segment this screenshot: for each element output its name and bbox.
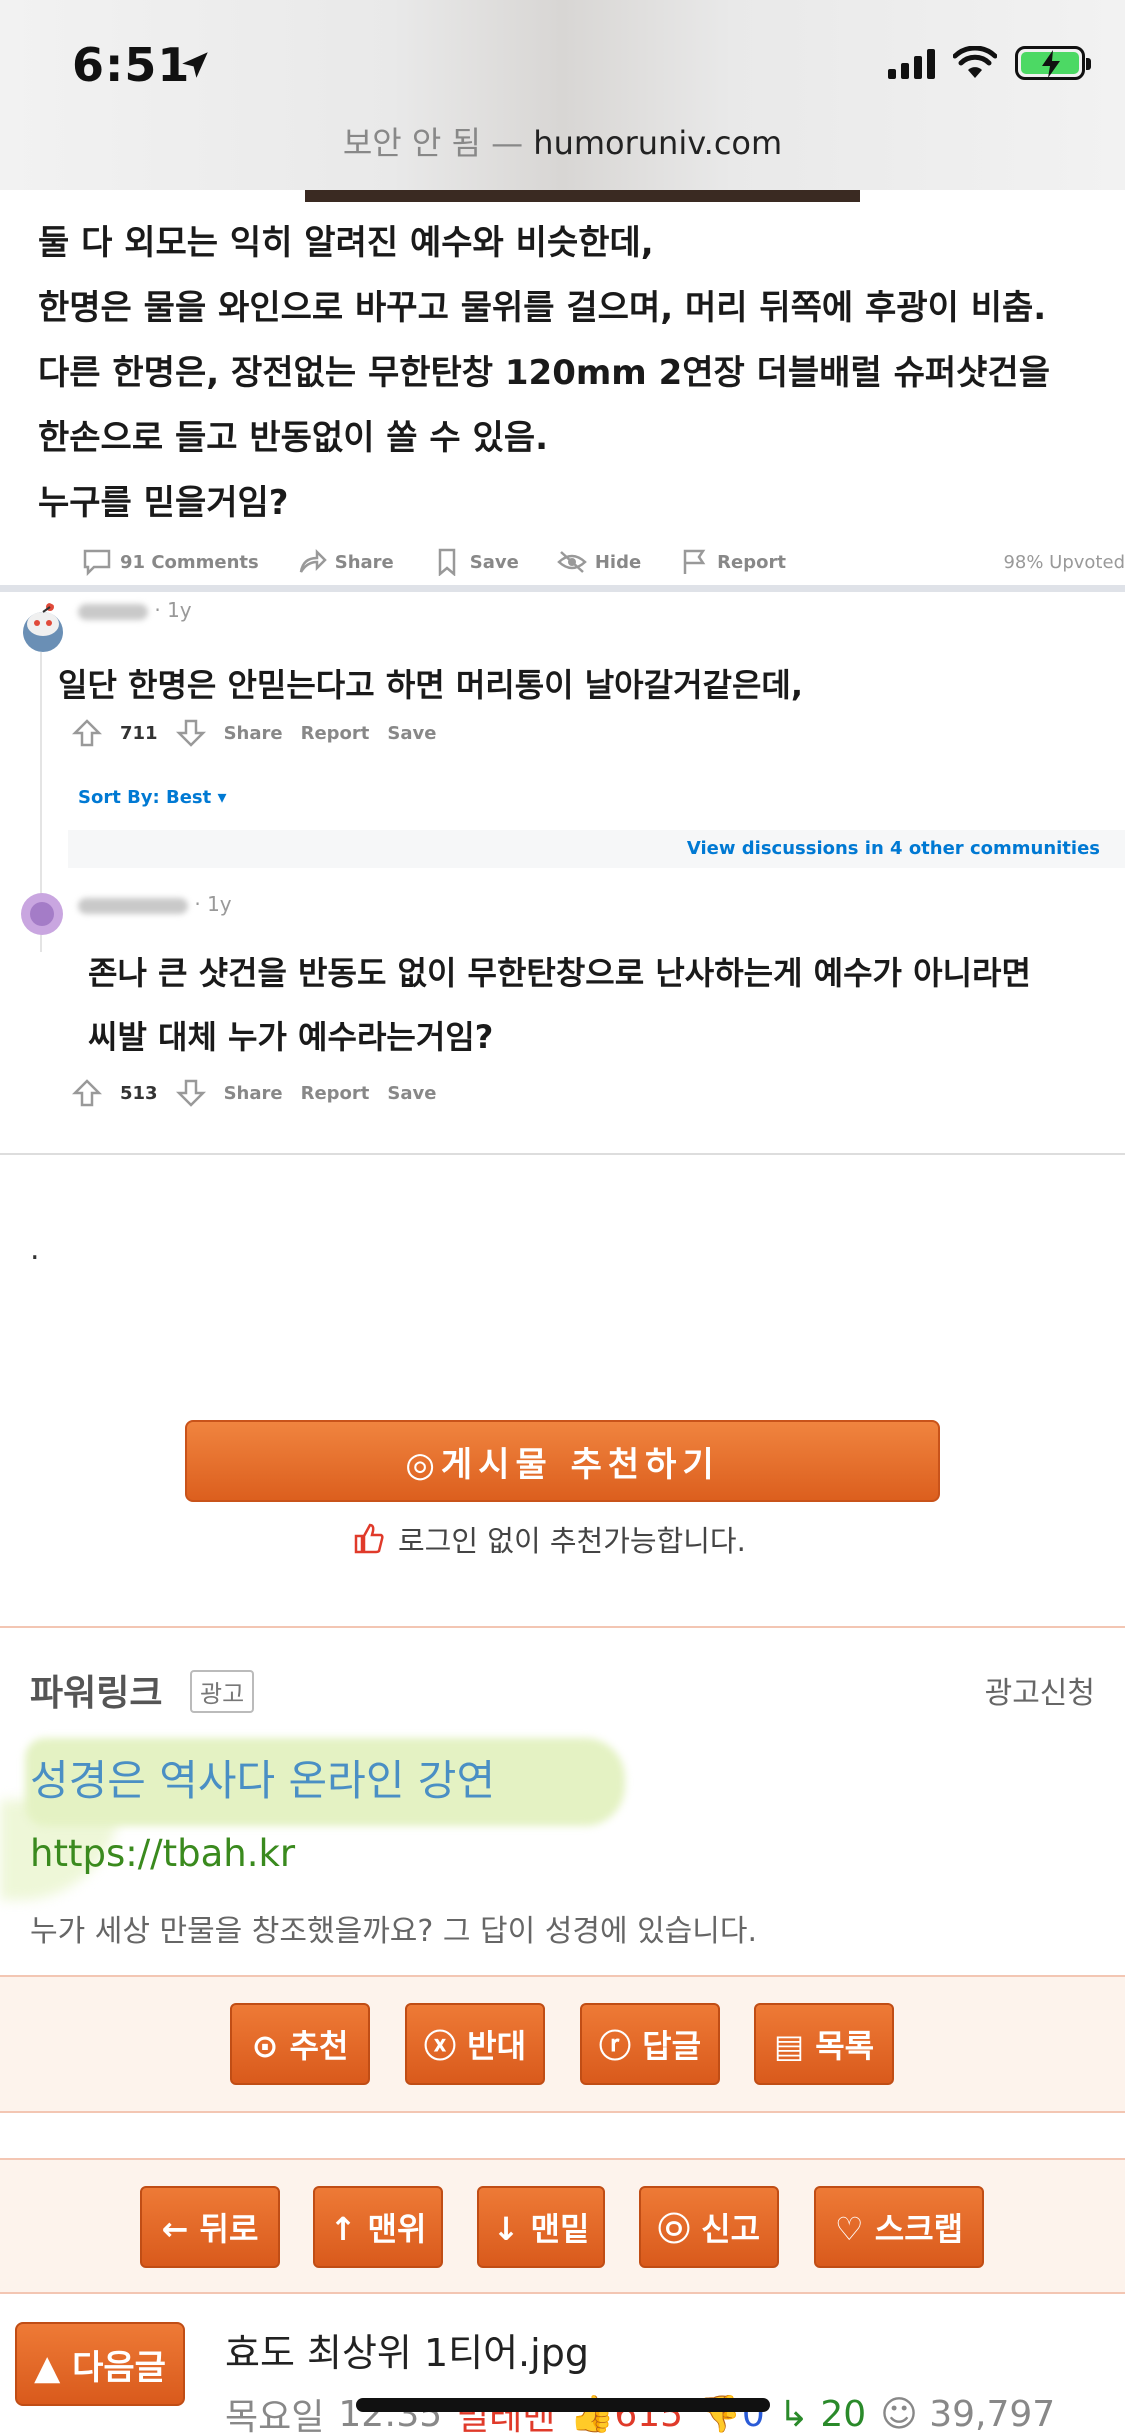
back-button[interactable]: ← 뒤로 xyxy=(140,2186,280,2268)
save-action: Save xyxy=(432,548,519,576)
comment-2-text-2: 씨발 대체 누가 예수라는거임? xyxy=(88,1018,494,1056)
bookmark-icon xyxy=(438,548,456,576)
reply-count: ↳ 20 xyxy=(778,2393,867,2435)
view-discussions: View discussions in 4 other communities xyxy=(686,838,1100,859)
next-post-title[interactable]: 효도 최상위 1티어.jpg xyxy=(225,2322,589,2377)
comment-icon xyxy=(83,549,111,576)
reply-arrow-icon: ↳ xyxy=(778,2393,809,2435)
post-line-3: 다른 한명은, 장전없는 무한탄창 120mm 2연장 더블배럴 슈퍼샷건을 xyxy=(38,353,1050,393)
home-indicator xyxy=(356,2398,770,2412)
location-arrow-icon xyxy=(182,52,208,78)
section-divider xyxy=(0,1626,1125,1628)
ad-headline-link[interactable]: 성경은 역사다 온라인 강연 xyxy=(30,1747,495,1808)
downvote-icon xyxy=(175,719,206,747)
post-line-1: 둘 다 외모는 익히 알려진 예수와 비슷한데, xyxy=(38,223,654,263)
trailing-dot: . xyxy=(30,1232,40,1267)
thumbs-up-icon xyxy=(354,1523,384,1554)
post-divider xyxy=(0,585,1125,592)
share-action: Share xyxy=(297,548,394,576)
scrap-button[interactable]: ♡ 스크랩 xyxy=(814,2186,984,2268)
comment-2-text-1: 존나 큰 샷건을 반동도 없이 무한탄창으로 난사하는게 예수가 아니라면 xyxy=(88,954,1031,992)
blurred-username xyxy=(78,603,148,620)
embedded-screenshot: 둘 다 외모는 익히 알려진 예수와 비슷한데, 한명은 물을 와인으로 바꾸고… xyxy=(0,190,1125,1155)
comment-1-actions: 711 Share Report Save xyxy=(72,718,436,748)
scroll-top-button[interactable]: ↑ 맨위 xyxy=(313,2186,443,2268)
next-post-button[interactable]: ▲ 다음글 xyxy=(15,2322,185,2406)
sort-by: Sort By: Best ▾ xyxy=(78,787,227,808)
list-button[interactable]: ▤ 목록 xyxy=(754,2003,894,2085)
share-icon xyxy=(299,548,327,573)
status-time: 6:51 xyxy=(72,38,191,92)
cellular-signal-icon xyxy=(888,47,935,79)
post-line-5: 누구를 믿을거임? xyxy=(38,483,289,523)
reply-button[interactable]: ⓡ 답글 xyxy=(580,2003,720,2085)
purple-avatar xyxy=(21,893,63,935)
upvoted-percent: 98% Upvoted xyxy=(1003,552,1125,573)
domain-label: humoruniv.com xyxy=(533,124,783,162)
downvote-button[interactable]: ⓧ 반대 xyxy=(405,2003,545,2085)
upvote-icon xyxy=(72,1079,102,1107)
upvote-button[interactable]: ⊙ 추천 xyxy=(230,2003,370,2085)
vote-action-bar: ⊙ 추천 ⓧ 반대 ⓡ 답글 ▤ 목록 xyxy=(0,1975,1125,2113)
image-edge xyxy=(305,190,860,202)
caret-down-icon: ▾ xyxy=(217,787,227,808)
hide-eye-icon xyxy=(556,551,587,573)
flag-icon xyxy=(683,549,706,574)
view-count: ☺ 39,797 xyxy=(880,2393,1056,2435)
post-line-2: 한명은 물을 와인으로 바꾸고 물위를 걸으며, 머리 뒤쪽에 후광이 비춤. xyxy=(38,288,1047,328)
battery-charging-icon xyxy=(1015,46,1091,80)
comment-1-meta: · 1y xyxy=(78,598,192,622)
blurred-username xyxy=(78,897,188,914)
ad-apply-link[interactable]: 광고신청 xyxy=(985,1668,1095,1712)
wifi-icon xyxy=(953,46,997,78)
comments-action: 91 Comments xyxy=(82,548,259,576)
comment-2-meta: · 1y xyxy=(78,892,232,916)
url-bar[interactable]: 보안 안 됨 — humoruniv.com xyxy=(0,118,1125,164)
comment-2-actions: 513 Share Report Save xyxy=(72,1078,436,1108)
next-post-meta: 목요일 12:35 밀레맨 👍615 👎0 ↳ 20 ☺ 39,797 xyxy=(225,2393,1056,2436)
recommend-note: 로그인 없이 추천가능합니다. xyxy=(352,1518,746,1560)
recommend-post-button[interactable]: ◎게시물 추천하기 xyxy=(185,1420,940,1502)
ad-url-link[interactable]: https://tbah.kr xyxy=(30,1832,295,1875)
views-icon: ☺ xyxy=(880,2393,918,2435)
powerlink-title: 파워링크 xyxy=(30,1673,163,1714)
scroll-bottom-button[interactable]: ↓ 맨밑 xyxy=(477,2186,605,2268)
hide-action: Hide xyxy=(556,548,641,576)
nav-action-bar: ← 뒤로 ↑ 맨위 ↓ 맨밑 ㉧ 신고 ♡ 스크랩 xyxy=(0,2158,1125,2294)
status-icons xyxy=(888,46,1091,80)
upvote-icon xyxy=(72,719,102,747)
report-action: Report xyxy=(679,548,786,576)
downvote-icon xyxy=(175,1079,206,1107)
report-button[interactable]: ㉧ 신고 xyxy=(639,2186,779,2268)
reddit-snoo-avatar xyxy=(23,603,63,652)
ad-badge: 광고 xyxy=(190,1670,255,1713)
post-actions: 91 Comments Share Save Hide Report xyxy=(82,548,786,576)
browser-top-bar: 6:51 보안 안 됨 — humoruniv.com xyxy=(0,0,1125,190)
comment-1-text: 일단 한명은 안믿는다고 하면 머리통이 날아갈거같은데, xyxy=(58,666,803,704)
post-line-4: 한손으로 들고 반동없이 쏠 수 있음. xyxy=(38,418,549,458)
not-secure-label: 보안 안 됨 — xyxy=(342,124,524,162)
ad-description: 누가 세상 만물을 창조했을까요? 그 답이 성경에 있습니다. xyxy=(30,1914,758,1949)
